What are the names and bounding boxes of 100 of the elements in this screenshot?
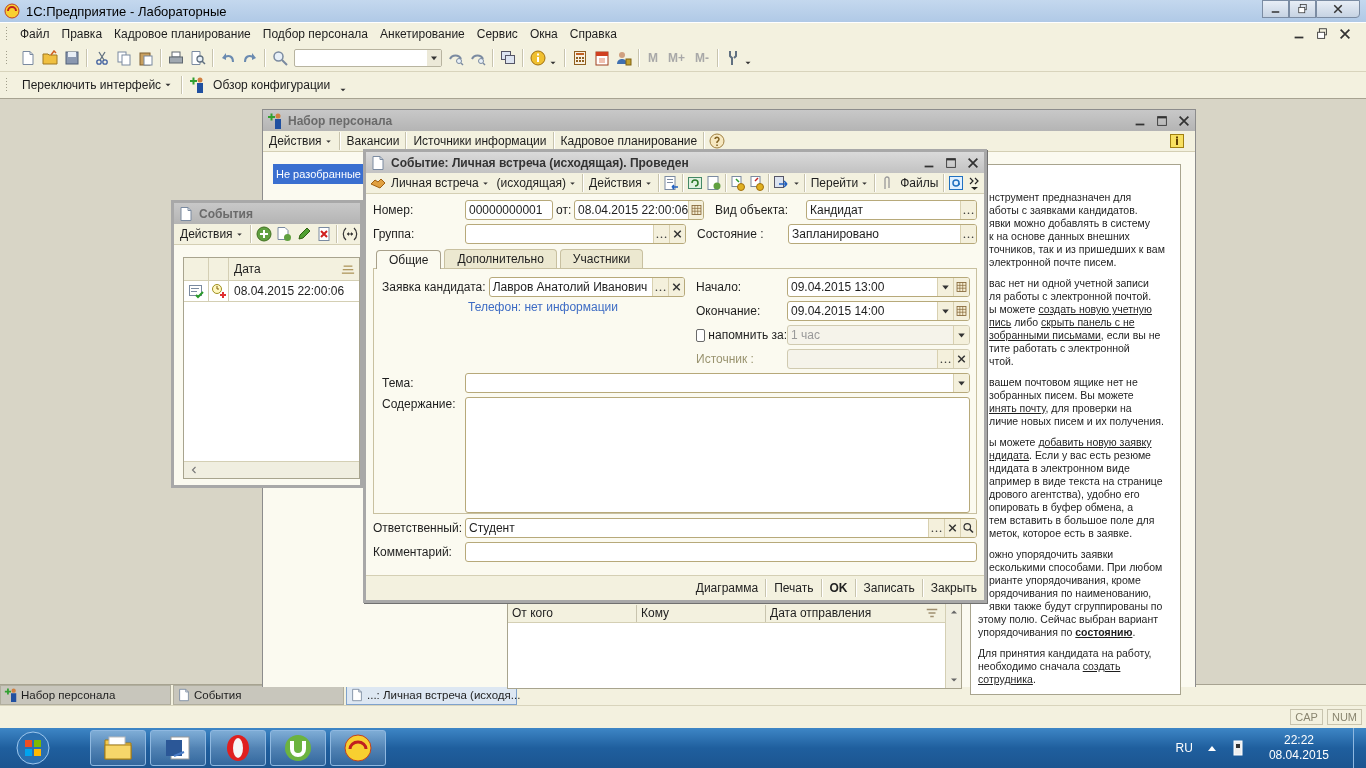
input-field[interactable]: Студент [465,518,977,538]
dialog-button[interactable]: Печать [769,579,819,597]
menu-item[interactable]: Окна [523,27,564,41]
table-cell[interactable]: 08.04.2015 22:00:06 [229,284,345,298]
close-icon[interactable] [966,155,980,170]
scrollbar[interactable] [945,604,961,688]
taskbar-button[interactable] [330,730,386,766]
help-link[interactable]: пись [989,316,1012,328]
copy-document-icon[interactable] [275,226,292,242]
search-button[interactable] [960,519,976,537]
toolbar-button[interactable]: Личная встреча [389,176,492,190]
input-field[interactable]: Кандидат [806,200,977,220]
input-field[interactable]: 00000000001 [465,200,553,220]
taskbar-button[interactable] [150,730,206,766]
taskbar-button[interactable] [270,730,326,766]
calendar-button[interactable] [688,201,703,219]
open-folder-icon[interactable] [42,50,58,66]
phone-link[interactable]: Телефон: нет информации [468,300,618,314]
close-icon[interactable] [1338,27,1352,41]
dropdown-button[interactable] [937,278,953,296]
filter-icon[interactable] [925,606,939,620]
new-document-icon[interactable] [20,50,36,66]
dialog-button[interactable]: Записать [858,579,920,597]
input-field[interactable]: 09.04.2015 14:00 [787,301,970,321]
tab[interactable]: Участники [559,249,644,268]
scissors-icon[interactable] [94,50,110,66]
toolbar-button[interactable]: Вакансии [344,134,402,148]
printer-icon[interactable] [168,50,184,66]
toolbar-button[interactable]: (исходящая) [494,176,580,190]
calculator-icon[interactable] [572,50,588,66]
delete-icon[interactable] [315,226,332,242]
clear-button[interactable] [669,225,685,243]
help-link[interactable]: сотрудника [978,673,1033,685]
menu-item[interactable]: Кадровое планирование [108,27,257,41]
taskbar-button[interactable] [90,730,146,766]
toolbar-button[interactable]: Переключить интерфейс [20,78,176,92]
info-icon[interactable] [1169,133,1185,149]
search-icon[interactable] [272,50,288,66]
input-field[interactable] [465,542,977,562]
dropdown-field[interactable] [465,373,970,393]
menu-item[interactable]: Сервис [470,27,524,41]
dialog-button[interactable]: Закрыть [925,579,982,597]
help-link[interactable]: зобранными письмами [989,329,1101,341]
go-to-icon[interactable] [772,175,789,191]
dialog-button[interactable]: Диаграмма [690,579,764,597]
help-icon[interactable] [709,133,726,149]
menu-item[interactable]: Справка [563,27,623,41]
pencil-icon[interactable] [295,226,312,242]
column-header[interactable]: Дата отправления [766,604,925,622]
help-link[interactable]: создать [1082,660,1121,672]
input-field[interactable] [465,224,686,244]
input-field[interactable]: 08.04.2015 22:00:06 [574,200,704,220]
close-button[interactable] [1316,0,1360,18]
input-field[interactable]: Запланировано [788,224,977,244]
toolbar-button[interactable]: Файлы [898,176,941,190]
dropdown-button[interactable] [937,302,953,320]
add-icon[interactable] [255,226,272,242]
ledger-icon[interactable] [662,175,679,191]
search-field[interactable] [294,49,442,67]
toolbar-button[interactable]: Обзор конфигурации [211,75,351,95]
taskbar-button[interactable] [210,730,266,766]
tab[interactable]: Дополнительно [444,249,557,268]
window-tab[interactable]: Набор персонала [0,685,171,705]
copy-document-icon[interactable] [705,175,722,191]
calendar-icon[interactable] [594,50,610,66]
menu-item[interactable]: Правка [55,27,109,41]
restore-icon[interactable] [1315,27,1329,41]
input-field[interactable]: Лавров Анатолий Иванович [488,277,685,297]
email-icon[interactable] [948,175,965,191]
toolbar-button[interactable]: Перейти [808,176,872,190]
clock-time[interactable]: 22:22 [1283,733,1314,748]
user-icon[interactable] [616,50,632,66]
language-indicator[interactable]: RU [1175,741,1193,755]
clear-button[interactable] [668,278,684,296]
paste-icon[interactable] [138,50,154,66]
window-tab[interactable]: События [173,685,344,705]
help-link[interactable]: создать новую учетную [1038,303,1152,315]
menu-item[interactable]: Анкетирование [374,27,471,41]
dropdown-button[interactable] [953,374,969,392]
maximize-button[interactable] [1289,0,1316,18]
maximize-icon[interactable] [944,155,958,170]
help-link[interactable]: скрыть панель с не [1040,316,1135,328]
menu-item[interactable]: Подбор персонала [256,27,374,41]
tab[interactable]: Общие [376,250,442,269]
dropdown-icon[interactable] [427,50,441,66]
start-button[interactable] [16,731,50,765]
calendar-button[interactable] [953,302,969,320]
clear-button[interactable] [944,519,960,537]
save-icon[interactable] [64,50,80,66]
refresh-icon[interactable] [686,175,703,191]
minimize-button[interactable] [1262,0,1289,18]
clock-date[interactable]: 08.04.2015 [1268,748,1329,763]
calendar-button[interactable] [953,278,969,296]
list-item[interactable]: Не разобранные [273,164,364,184]
toolbar-button[interactable]: Источники информации [411,134,549,148]
menu-item[interactable]: Файл [14,27,56,41]
toolbar-button[interactable]: Кадровое планирование [558,134,700,148]
copy-icon[interactable] [116,50,132,66]
toolbar-button[interactable]: Действия [267,134,335,148]
toolbar-button[interactable]: Действия [587,176,655,190]
